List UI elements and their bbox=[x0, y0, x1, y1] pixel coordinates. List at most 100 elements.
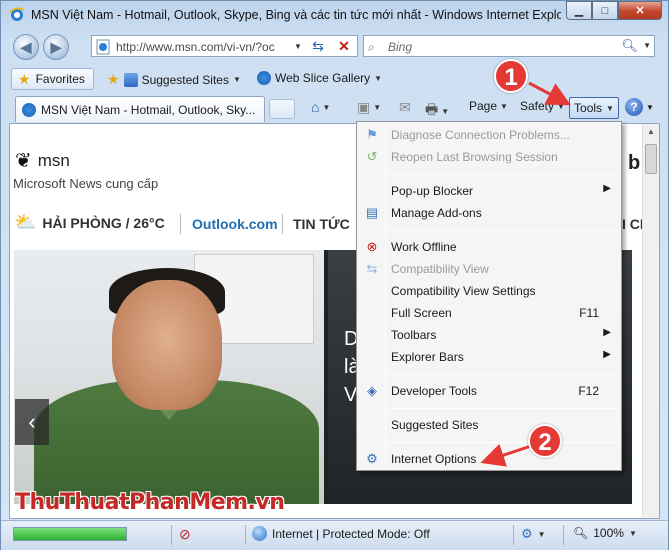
search-dropdown-icon[interactable]: ▼ bbox=[643, 41, 651, 50]
chevron-down-icon: ▼ bbox=[374, 73, 383, 83]
menu-item-diagnose[interactable]: ⚑ Diagnose Connection Problems... bbox=[359, 124, 619, 146]
new-tab-button[interactable] bbox=[269, 99, 295, 119]
menu-separator bbox=[388, 230, 618, 231]
web-slice-gallery-item[interactable]: Web Slice Gallery ▼ bbox=[257, 71, 382, 85]
chevron-down-icon: ▼ bbox=[441, 106, 450, 116]
security-zone[interactable]: Internet | Protected Mode: Off bbox=[252, 526, 430, 541]
url-text[interactable]: http://www.msn.com/vi-vn/?oc bbox=[116, 40, 291, 54]
suggested-sites-label: Suggested Sites bbox=[141, 72, 229, 87]
maximize-button[interactable]: □ bbox=[592, 1, 618, 20]
status-separator bbox=[171, 525, 172, 545]
menu-item-compat-settings[interactable]: Compatibility View Settings bbox=[359, 280, 619, 302]
protected-mode-button[interactable]: ⚙ ▼ bbox=[521, 526, 546, 542]
face-shape bbox=[112, 280, 222, 410]
read-mail-button[interactable]: ✉ bbox=[399, 99, 411, 116]
search-placeholder[interactable]: Bing bbox=[388, 40, 412, 54]
nav-divider bbox=[180, 214, 181, 234]
back-button[interactable]: ◀ bbox=[13, 34, 39, 60]
status-separator bbox=[513, 525, 514, 545]
globe-icon bbox=[252, 526, 267, 541]
scroll-thumb[interactable] bbox=[645, 144, 657, 174]
menu-item-reopen-session[interactable]: ↺ Reopen Last Browsing Session bbox=[359, 146, 619, 168]
tools-menu: ⚑ Diagnose Connection Problems... ↺ Reop… bbox=[356, 121, 622, 471]
chevron-down-icon: ▼ bbox=[606, 103, 614, 113]
diagnose-icon: ⚑ bbox=[366, 127, 378, 142]
menu-item-developer-tools[interactable]: ◈ Developer Tools F12 bbox=[359, 380, 619, 402]
reopen-icon: ↺ bbox=[366, 149, 378, 164]
ie-window: MSN Việt Nam - Hotmail, Outlook, Skype, … bbox=[0, 0, 669, 550]
menu-item-toolbars[interactable]: Toolbars ▶ bbox=[359, 324, 619, 346]
favorites-button[interactable]: ★ Favorites bbox=[11, 68, 94, 90]
vertical-scrollbar[interactable]: ▲ bbox=[642, 124, 659, 518]
carousel-prev-button[interactable]: ‹ bbox=[15, 399, 49, 445]
bing-logo[interactable]: b bbox=[628, 152, 640, 175]
menu-separator bbox=[388, 374, 618, 375]
compat-refresh-icon[interactable]: ⇆ bbox=[307, 36, 329, 56]
window-controls: ▁ □ ✕ bbox=[566, 1, 662, 21]
menu-item-label: Toolbars bbox=[391, 328, 437, 342]
address-row: ◀ ▶ http://www.msn.com/vi-vn/?oc ▼ ⇆ ✕ ⌕… bbox=[1, 29, 668, 65]
tools-label: Tools bbox=[574, 101, 603, 115]
ie-page-icon bbox=[22, 102, 36, 117]
bing-search-icon: ⌕ bbox=[368, 40, 375, 54]
safety-menu-button[interactable]: Safety ▼ bbox=[520, 99, 565, 113]
minimize-button[interactable]: ▁ bbox=[566, 1, 592, 20]
chevron-down-icon: ▼ bbox=[500, 101, 508, 111]
msn-logo[interactable]: ❦ msn bbox=[15, 148, 70, 173]
weather-widget[interactable]: ⛅ HẢI PHÒNG / 26°C bbox=[14, 212, 165, 233]
forward-button[interactable]: ▶ bbox=[43, 34, 69, 60]
chevron-down-icon: ▼ bbox=[557, 101, 565, 111]
page-label: Page bbox=[469, 99, 498, 113]
stop-icon[interactable]: ✕ bbox=[333, 36, 355, 56]
home-button[interactable]: ⌂ ▼ bbox=[311, 99, 330, 115]
suggested-sites-item[interactable]: ★ Suggested Sites ▼ bbox=[107, 71, 241, 88]
addons-icon: ▤ bbox=[365, 205, 379, 220]
menu-item-work-offline[interactable]: ⊗ Work Offline bbox=[359, 236, 619, 258]
chevron-down-icon: ▼ bbox=[537, 529, 546, 539]
nav-link-outlook[interactable]: Outlook.com bbox=[192, 216, 278, 232]
menu-item-label: Suggested Sites bbox=[391, 418, 479, 432]
zoom-button[interactable]: 🔍︎ 100% ▼ bbox=[573, 526, 637, 540]
printer-icon: 🖶︎ bbox=[425, 101, 439, 117]
menu-item-manage-addons[interactable]: ▤ Manage Add-ons bbox=[359, 202, 619, 224]
title-bar: MSN Việt Nam - Hotmail, Outlook, Skype, … bbox=[1, 1, 668, 29]
msn-subtitle: Microsoft News cung cấp bbox=[13, 176, 159, 191]
menu-item-popup-blocker[interactable]: Pop-up Blocker ▶ bbox=[359, 180, 619, 202]
favorites-bar: ★ Favorites ★ Suggested Sites ▼ Web Slic… bbox=[1, 65, 668, 93]
close-button[interactable]: ✕ bbox=[618, 1, 662, 20]
suggested-sites-icon bbox=[123, 72, 138, 87]
progress-bar bbox=[13, 527, 127, 541]
menu-item-compat-view[interactable]: ⇆ Compatibility View bbox=[359, 258, 619, 280]
menu-item-label: Developer Tools bbox=[391, 384, 477, 398]
menu-separator bbox=[388, 442, 618, 443]
menu-item-suggested-sites[interactable]: Suggested Sites bbox=[359, 414, 619, 436]
menu-item-full-screen[interactable]: Full Screen F11 bbox=[359, 302, 619, 324]
print-button[interactable]: 🖶︎ ▼ bbox=[425, 99, 449, 123]
help-icon[interactable]: ? bbox=[625, 98, 643, 116]
page-icon bbox=[96, 39, 110, 55]
menu-item-label: Internet Options bbox=[391, 452, 477, 466]
popup-blocked-indicator[interactable]: ⊘ bbox=[179, 526, 191, 543]
submenu-arrow-icon: ▶ bbox=[603, 349, 611, 360]
tools-menu-button[interactable]: Tools ▼ bbox=[569, 97, 619, 119]
weather-text: HẢI PHÒNG / 26°C bbox=[42, 214, 165, 231]
menu-item-label: Pop-up Blocker bbox=[391, 184, 474, 198]
address-dropdown-icon[interactable]: ▼ bbox=[291, 40, 305, 54]
news-photo[interactable] bbox=[14, 250, 324, 504]
tab-command-row: MSN Việt Nam - Hotmail, Outlook, Sky... … bbox=[1, 93, 668, 123]
menu-item-explorer-bars[interactable]: Explorer Bars ▶ bbox=[359, 346, 619, 368]
window-title: MSN Việt Nam - Hotmail, Outlook, Skype, … bbox=[31, 8, 561, 22]
rss-feed-icon: ▣ bbox=[357, 99, 371, 115]
menu-separator bbox=[388, 174, 618, 175]
add-favorite-icon: ★ bbox=[107, 71, 120, 87]
tab-msn[interactable]: MSN Việt Nam - Hotmail, Outlook, Sky... bbox=[15, 96, 265, 122]
feeds-button[interactable]: ▣ ▼ bbox=[357, 99, 381, 116]
search-box[interactable]: ⌕ Bing 🔍︎ ▼ bbox=[363, 35, 655, 57]
chevron-down-icon[interactable]: ▼ bbox=[646, 103, 654, 112]
menu-item-internet-options[interactable]: ⚙ Internet Options bbox=[359, 448, 619, 470]
menu-item-label: Reopen Last Browsing Session bbox=[391, 150, 558, 164]
nav-link-news[interactable]: TIN TỨC bbox=[293, 216, 350, 232]
page-menu-button[interactable]: Page ▼ bbox=[469, 99, 508, 113]
search-icon[interactable]: 🔍︎ bbox=[621, 38, 638, 54]
scroll-up-icon[interactable]: ▲ bbox=[643, 124, 659, 140]
